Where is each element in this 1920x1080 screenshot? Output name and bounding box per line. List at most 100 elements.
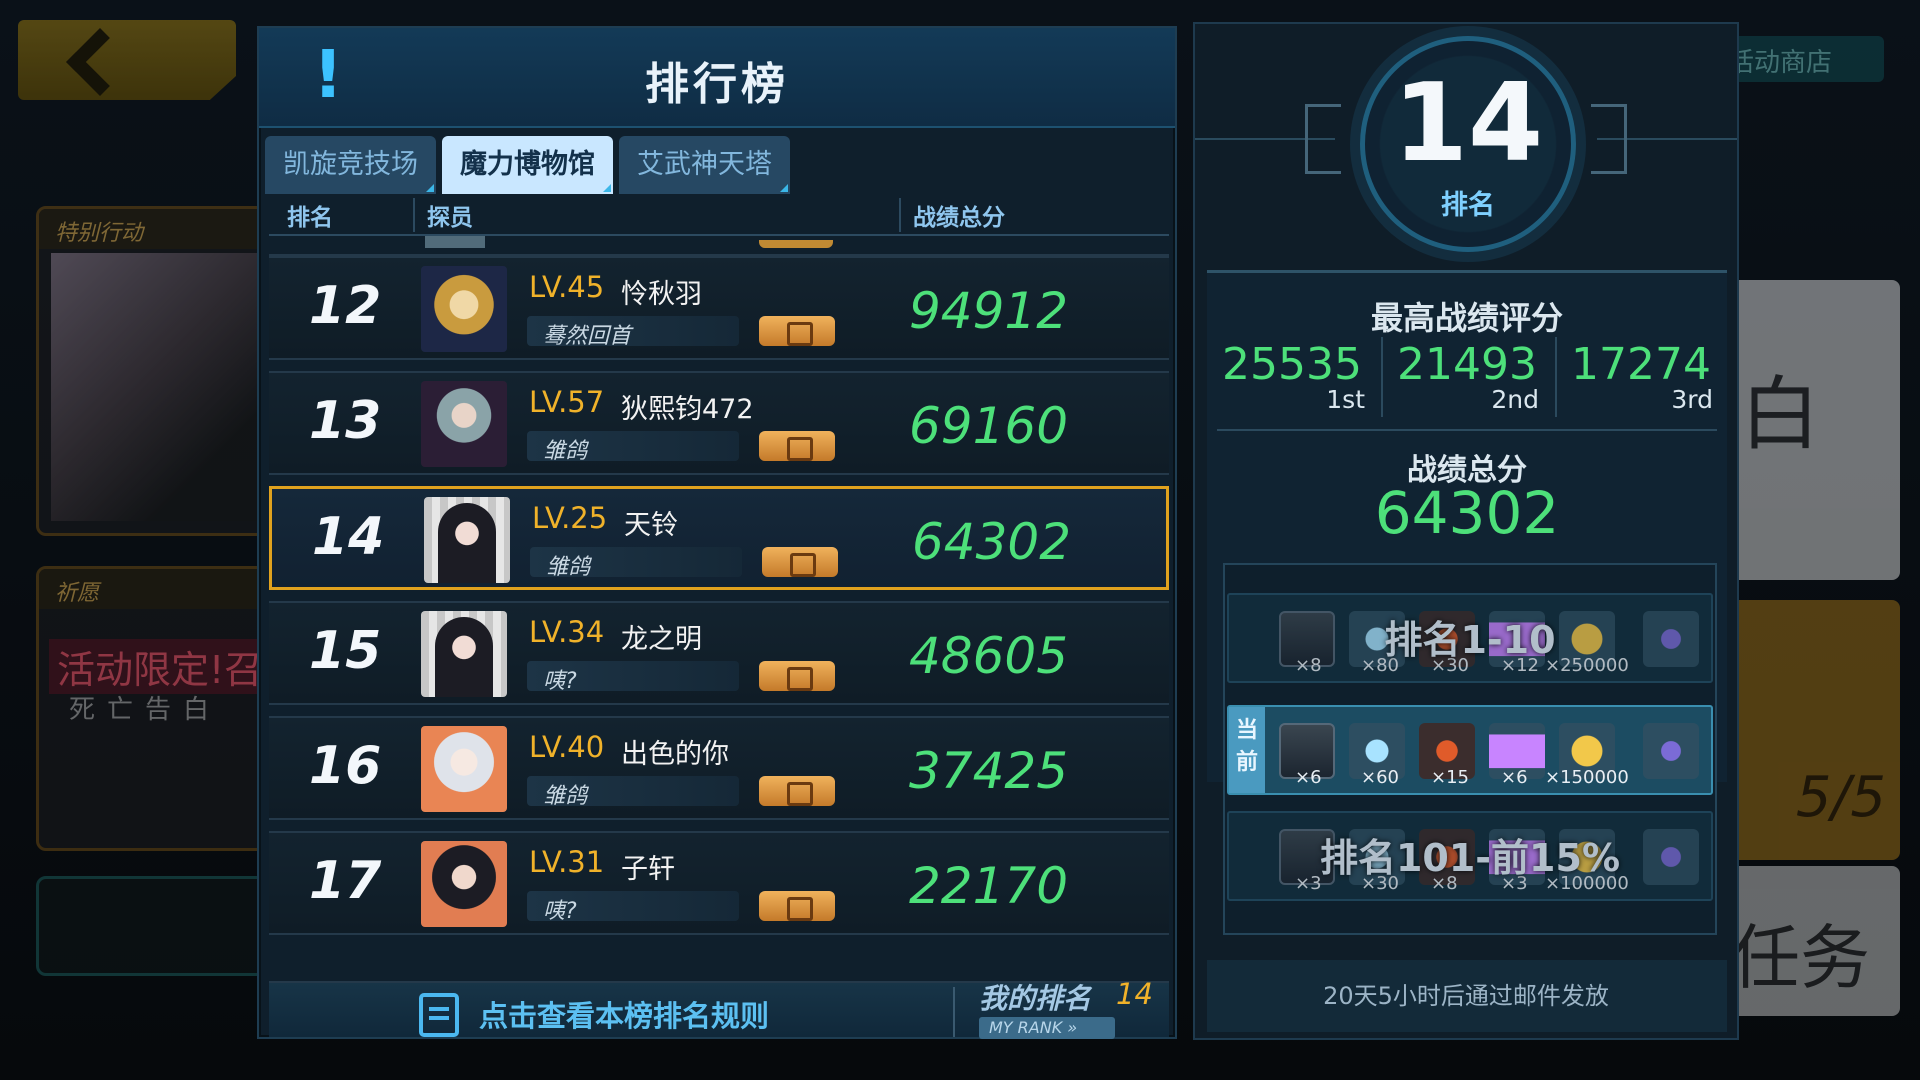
player-score: 37425 <box>909 742 1069 800</box>
reward-tier-top10[interactable]: ×8 ×80 ×30 ×12 ×250000 排名1-10 <box>1227 593 1713 683</box>
player-score: 94912 <box>909 282 1069 340</box>
player-name: 子轩 <box>621 854 675 885</box>
best-score-ordinal: 2nd <box>1491 385 1539 414</box>
rank-number: 14 <box>312 507 385 567</box>
event-shop-button[interactable]: 活动商店 <box>1714 36 1884 82</box>
divider <box>1217 429 1717 431</box>
player-title: 咦? <box>543 669 577 694</box>
rules-document-icon[interactable] <box>419 993 459 1037</box>
reward-tier-label: 排名101-前15% <box>1319 836 1621 880</box>
right-card-1-text: 白 <box>1740 368 1820 461</box>
table-row[interactable]: 15 LV.34 龙之明 咦? 48605 <box>269 601 1169 705</box>
my-rank-label: 我的排名 <box>979 982 1092 1015</box>
best-score-value: 25535 <box>1222 339 1362 390</box>
tab-museum[interactable]: 魔力博物馆 <box>442 136 613 194</box>
current-tier-tag: 当前 <box>1229 707 1265 793</box>
best-score-value: 21493 <box>1397 339 1537 390</box>
leaderboard-panel: ! 排行榜 凯旋竞技场 魔力博物馆 艾武神天塔 排名 探员 战绩总分 12 LV… <box>257 26 1177 1039</box>
best-score-1: 25535 1st <box>1207 337 1377 417</box>
rank-number: 17 <box>309 851 382 911</box>
title-badge <box>759 240 833 248</box>
player-level: LV.40 <box>529 730 605 764</box>
player-score: 22170 <box>909 857 1069 915</box>
player-score: 64302 <box>912 513 1072 571</box>
leaderboard-tabs: 凯旋竞技场 魔力博物馆 艾武神天塔 <box>265 136 790 194</box>
item-quantity: ×6 <box>1295 767 1322 788</box>
player-title: 咦? <box>543 899 577 924</box>
rank-emblem: 14 排名 <box>1360 36 1576 252</box>
decor-bracket <box>1305 104 1341 174</box>
player-name: 狄熙钧472 <box>621 394 754 425</box>
avatar[interactable] <box>421 266 507 352</box>
avatar <box>425 236 485 248</box>
best-score-ordinal: 3rd <box>1671 385 1713 414</box>
player-score: 48605 <box>909 627 1069 685</box>
event-card-header: 特别行动 <box>39 209 273 249</box>
rank-number: 15 <box>309 621 382 681</box>
rank-number: 16 <box>309 736 382 796</box>
back-arrow-icon <box>66 28 134 96</box>
event-card-empty[interactable] <box>36 876 276 976</box>
badge-icon[interactable] <box>759 776 835 806</box>
player-score: 69160 <box>909 397 1069 455</box>
player-name: 出色的你 <box>621 739 729 770</box>
badge-icon[interactable] <box>759 431 835 461</box>
player-level: LV.45 <box>529 270 605 304</box>
reward-tier-label: 排名1-10 <box>1384 618 1556 662</box>
best-score-title: 最高战绩评分 <box>1370 299 1563 337</box>
tab-arena[interactable]: 凯旋竞技场 <box>265 136 436 194</box>
item-quantity: ×15 <box>1431 767 1469 788</box>
tab-tower[interactable]: 艾武神天塔 <box>619 136 790 194</box>
reward-tiers-list[interactable]: ×8 ×80 ×30 ×12 ×250000 排名1-10 当前 ×6 ×60 … <box>1223 563 1717 935</box>
player-title: 雏鸽 <box>543 784 588 809</box>
leaderboard-list[interactable]: 12 LV.45 怜秋羽 蓦然回首 94912 13 LV.57 狄熙钧472 … <box>269 236 1169 981</box>
table-row[interactable]: 12 LV.45 怜秋羽 蓦然回首 94912 <box>269 256 1169 360</box>
table-row[interactable]: 16 LV.40 出色的你 雏鸽 37425 <box>269 716 1169 820</box>
table-row[interactable]: 13 LV.57 狄熙钧472 雏鸽 69160 <box>269 371 1169 475</box>
avatar[interactable] <box>421 841 507 927</box>
badge-icon[interactable] <box>759 891 835 921</box>
event-card-wish[interactable]: 祈愿 活动限定!召唤 死亡告白 <box>36 566 276 851</box>
page-title: 排行榜 <box>645 59 789 110</box>
event-card-special-ops[interactable]: 特别行动 <box>36 206 276 536</box>
shield-item-icon[interactable] <box>1643 723 1699 779</box>
player-level: LV.31 <box>529 845 605 879</box>
player-level: LV.25 <box>532 501 608 535</box>
reward-tier-current[interactable]: 当前 ×6 ×60 ×15 ×6 ×150000 <box>1227 705 1713 795</box>
table-row-my-rank[interactable]: 14 LV.25 天铃 雏鸽 64302 <box>269 486 1169 590</box>
table-row[interactable]: 17 LV.31 子轩 咦? 22170 <box>269 831 1169 935</box>
score-summary: 最高战绩评分 25535 1st 21493 2nd 17274 3rd 战绩总… <box>1207 270 1727 935</box>
best-score-2: 21493 2nd <box>1381 337 1551 417</box>
my-rank-button[interactable]: MY RANK » <box>979 1017 1115 1039</box>
badge-icon[interactable] <box>759 316 835 346</box>
avatar[interactable] <box>421 381 507 467</box>
back-button[interactable] <box>18 20 236 100</box>
player-name: 天铃 <box>624 510 678 541</box>
player-level: LV.34 <box>529 615 605 649</box>
item-quantity: ×6 <box>1501 767 1528 788</box>
badge-icon[interactable] <box>759 661 835 691</box>
rank-info-panel: 14 排名 最高战绩评分 25535 1st 21493 2nd 17274 3… <box>1193 22 1739 1040</box>
player-title: 蓦然回首 <box>543 324 632 349</box>
player-title: 雏鸽 <box>543 439 588 464</box>
avatar[interactable] <box>424 497 510 583</box>
rules-link[interactable]: 点击查看本榜排名规则 <box>479 993 769 1035</box>
best-score-ordinal: 1st <box>1326 385 1365 414</box>
column-rank: 排名 <box>287 205 333 231</box>
player-name: 怜秋羽 <box>621 279 702 310</box>
player-name: 龙之明 <box>621 624 702 655</box>
item-quantity: ×150000 <box>1545 767 1629 788</box>
my-rank-value: 14 <box>1116 977 1153 1011</box>
reward-tier-top15pct[interactable]: ×3 ×30 ×8 ×3 ×100000 排名101-前15% <box>1227 811 1713 901</box>
total-score-value: 64302 <box>1374 479 1560 547</box>
rank-number: 12 <box>309 276 382 336</box>
mail-notice-text: 20天5小时后通过邮件发放 <box>1323 982 1609 1010</box>
leaderboard-header: ! 排行榜 <box>259 28 1175 128</box>
event-card-headline: 活动限定!召唤 <box>49 639 273 694</box>
avatar[interactable] <box>421 611 507 697</box>
table-row-partial <box>269 236 1169 256</box>
divider <box>953 987 955 1037</box>
avatar[interactable] <box>421 726 507 812</box>
badge-icon[interactable] <box>762 547 838 577</box>
right-card-3-text: 任务 <box>1730 917 1870 999</box>
